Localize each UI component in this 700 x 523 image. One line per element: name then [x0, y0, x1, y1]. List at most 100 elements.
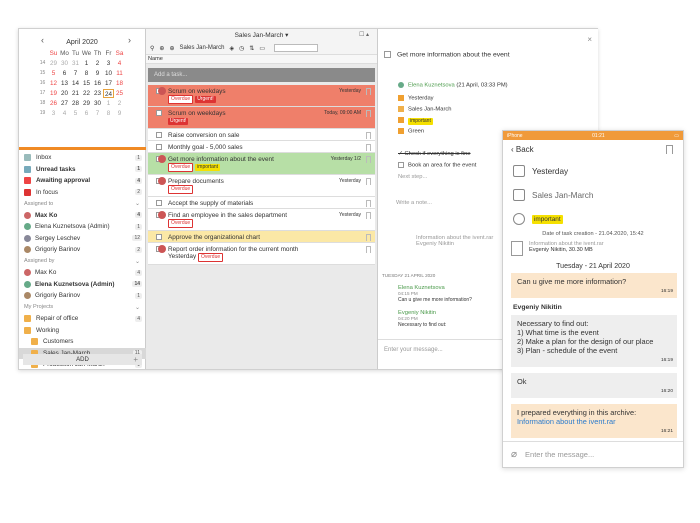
- subtask-checkbox[interactable]: [398, 162, 404, 168]
- project-dropdown[interactable]: Sales Jan-March: [179, 45, 224, 51]
- add-task-input[interactable]: Add a task...: [148, 68, 375, 82]
- task-checkbox[interactable]: [156, 144, 162, 150]
- assigned-by-header[interactable]: Assigned by ⌄: [19, 256, 146, 268]
- task-checkbox[interactable]: [156, 234, 162, 240]
- calendar-day[interactable]: 13: [59, 79, 70, 88]
- detail-tag[interactable]: important: [398, 117, 435, 125]
- sidebar-item-inbox[interactable]: Inbox 1: [19, 152, 146, 164]
- task-row[interactable]: Report order information for the current…: [148, 243, 375, 265]
- assigned-to-header[interactable]: Assigned to ⌄: [19, 198, 146, 210]
- calendar-day[interactable]: 6: [81, 109, 92, 118]
- detail-project[interactable]: Sales Jan-March: [398, 106, 452, 113]
- sidebar-item-user[interactable]: Max Ko 4: [19, 210, 146, 222]
- add-button[interactable]: ADD +: [23, 354, 142, 365]
- next-month-button[interactable]: ›: [128, 35, 131, 45]
- bookmark-icon[interactable]: [666, 145, 673, 154]
- sidebar-item-user[interactable]: Elena Kuznetsova (Admin) 1: [19, 221, 146, 233]
- task-row[interactable]: Approve the organizational chart: [148, 231, 375, 243]
- task-row[interactable]: Scrum on weekdays Yesterday Overdue Urgent!: [148, 85, 375, 107]
- sidebar-item-user[interactable]: Grigoriy Barinov 2: [19, 244, 146, 256]
- back-button[interactable]: ‹ Back: [503, 140, 683, 159]
- flag-icon[interactable]: [366, 156, 371, 163]
- calendar-day[interactable]: 27: [59, 99, 70, 108]
- flag-icon[interactable]: [366, 88, 371, 95]
- flag-icon[interactable]: [366, 200, 371, 207]
- calendar-day[interactable]: 29: [81, 99, 92, 108]
- task-row[interactable]: Prepare documents Yesterday Overdue: [148, 175, 375, 197]
- close-icon[interactable]: ×: [587, 35, 592, 44]
- calendar-day[interactable]: 23: [92, 89, 103, 98]
- message-input[interactable]: ⌀ Enter the message...: [503, 441, 683, 467]
- task-row[interactable]: Monthly goal - 5,000 sales: [148, 141, 375, 153]
- filter-icon[interactable]: ⚲: [150, 45, 154, 52]
- calendar-day[interactable]: 1: [81, 59, 92, 68]
- calendar-day[interactable]: 10: [103, 69, 114, 78]
- calendar-day[interactable]: 1: [103, 99, 114, 108]
- detail-due[interactable]: Yesterday: [398, 95, 434, 102]
- paperclip-icon[interactable]: ⌀: [511, 449, 517, 460]
- flag-icon[interactable]: [366, 178, 371, 185]
- sidebar-item-project[interactable]: Working: [19, 325, 146, 337]
- calendar-day[interactable]: 8: [103, 109, 114, 118]
- add-icon[interactable]: ⊕: [169, 45, 174, 52]
- calendar-day[interactable]: 26: [48, 99, 59, 108]
- clock-icon[interactable]: ◷: [239, 45, 244, 52]
- task-row[interactable]: Accept the supply of materials: [148, 197, 375, 209]
- sidebar-item-in-focus[interactable]: In focus 2: [19, 187, 146, 199]
- calendar-day[interactable]: 3: [103, 59, 114, 68]
- calendar-day[interactable]: 17: [103, 79, 114, 88]
- calendar-day[interactable]: 20: [59, 89, 70, 98]
- task-row[interactable]: Find an employee in the sales department…: [148, 209, 375, 231]
- calendar-day[interactable]: 24: [103, 89, 114, 98]
- calendar-day[interactable]: 3: [48, 109, 59, 118]
- task-checkbox[interactable]: [156, 110, 162, 116]
- flag-icon[interactable]: [366, 144, 371, 151]
- calendar-day[interactable]: 9: [114, 109, 125, 118]
- calendar-day[interactable]: 8: [81, 69, 92, 78]
- sidebar-item-user[interactable]: Max Ko 4: [19, 267, 146, 279]
- add-icon[interactable]: ⊕: [159, 45, 164, 52]
- column-header-name[interactable]: Name: [146, 55, 377, 64]
- sidebar-item-awaiting-approval[interactable]: Awaiting approval 4: [19, 175, 146, 187]
- calendar-day[interactable]: 18: [114, 79, 125, 88]
- subtask[interactable]: Book an area for the event: [398, 162, 476, 169]
- task-checkbox[interactable]: [156, 132, 162, 138]
- sidebar-item-project[interactable]: Customers: [19, 336, 146, 348]
- calendar-day[interactable]: 7: [70, 69, 81, 78]
- calendar-day[interactable]: 9: [92, 69, 103, 78]
- calendar-day[interactable]: 4: [59, 109, 70, 118]
- file-attachment[interactable]: Information about the ivent.rar Evgeniy N…: [503, 237, 683, 260]
- tag-row[interactable]: important: [503, 207, 683, 231]
- sort-icon[interactable]: ⇅: [249, 45, 254, 52]
- detail-title[interactable]: Get more information about the event: [384, 51, 510, 58]
- note-input[interactable]: Write a note...: [396, 200, 432, 206]
- calendar-day[interactable]: 29: [48, 59, 59, 68]
- calendar-day[interactable]: 31: [70, 59, 81, 68]
- flag-icon[interactable]: [366, 234, 371, 241]
- list-title[interactable]: Sales Jan-March ▾ ☐ ▴: [146, 29, 377, 42]
- search-input[interactable]: [274, 44, 319, 52]
- filter-icon[interactable]: ☐ ▴: [359, 29, 369, 42]
- due-row[interactable]: Yesterday: [503, 159, 683, 183]
- tag-icon[interactable]: ◈: [230, 45, 235, 52]
- detail-color[interactable]: Green: [398, 128, 424, 135]
- file-attachment[interactable]: Information about the ivent.rar Evgeniy N…: [416, 235, 493, 247]
- calendar-day[interactable]: 6: [59, 69, 70, 78]
- project-row[interactable]: Sales Jan-March: [503, 183, 683, 207]
- calendar-day[interactable]: 4: [114, 59, 125, 68]
- sidebar-item-user[interactable]: Sergey Leschev 12: [19, 233, 146, 245]
- sidebar-item-unread[interactable]: Unread tasks 1: [19, 164, 146, 176]
- calendar-day[interactable]: 5: [48, 69, 59, 78]
- calendar-day[interactable]: 5: [70, 109, 81, 118]
- task-checkbox[interactable]: [156, 200, 162, 206]
- flag-icon[interactable]: [366, 246, 371, 253]
- calendar-day[interactable]: 22: [81, 89, 92, 98]
- sidebar-item-project[interactable]: Repair of office 4: [19, 313, 146, 325]
- view-icon[interactable]: ▭: [259, 45, 265, 52]
- sidebar-item-user[interactable]: Grigoriy Barinov 1: [19, 290, 146, 302]
- calendar-day[interactable]: 21: [70, 89, 81, 98]
- calendar-day[interactable]: 14: [70, 79, 81, 88]
- task-row[interactable]: Get more information about the event Yest…: [148, 153, 375, 175]
- calendar-day[interactable]: 2: [92, 59, 103, 68]
- calendar-day[interactable]: 28: [70, 99, 81, 108]
